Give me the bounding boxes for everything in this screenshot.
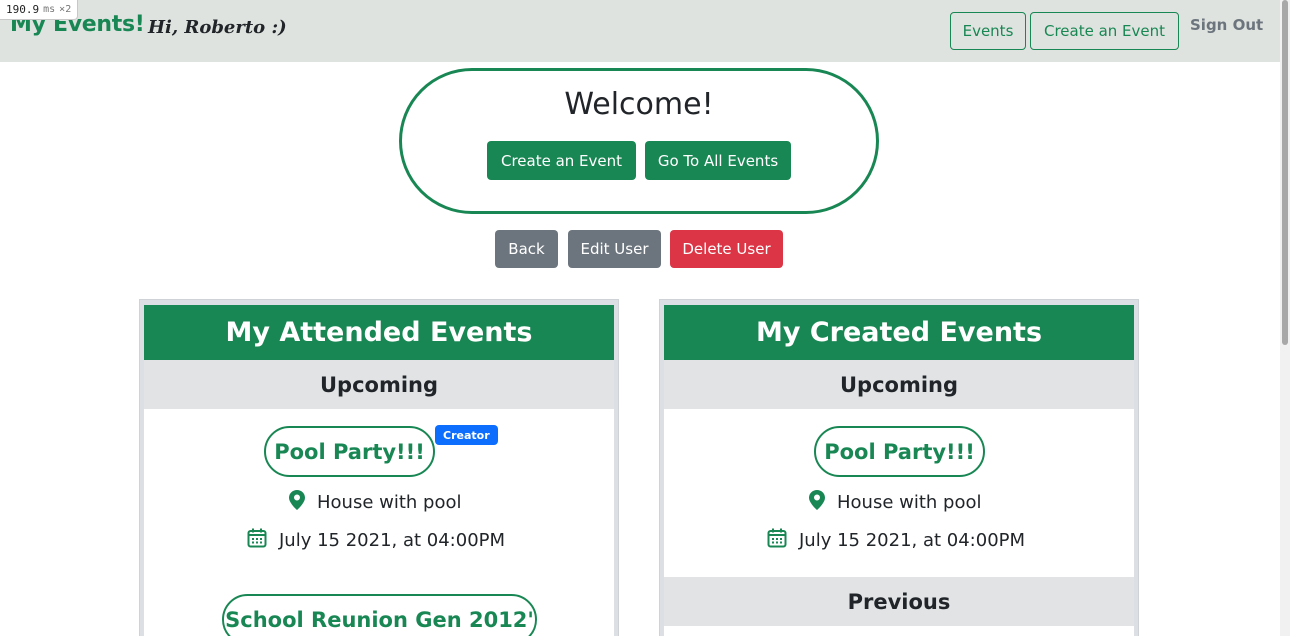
perf-multiplier: ×2 — [59, 4, 72, 15]
navbar: My Events! Hi, Roberto :) Events Create … — [0, 0, 1280, 62]
created-previous-list — [664, 626, 1134, 636]
nav-events-button[interactable]: Events — [950, 12, 1026, 50]
sign-out-link[interactable]: Sign Out — [1190, 16, 1263, 34]
event-title-link[interactable]: Pool Party!!! — [264, 426, 435, 477]
event-date-text: July 15 2021, at 04:00PM — [799, 530, 1026, 551]
created-upcoming-list: Pool Party!!! House with pool July 15 20… — [664, 409, 1134, 577]
calendar-icon — [767, 528, 787, 553]
attended-events-title: My Attended Events — [144, 305, 614, 360]
attended-upcoming-heading: Upcoming — [144, 360, 614, 409]
back-button[interactable]: Back — [495, 230, 558, 268]
welcome-title: Welcome! — [564, 87, 714, 122]
event-location-text: House with pool — [317, 492, 462, 513]
map-pin-icon — [289, 490, 305, 515]
created-previous-heading: Previous — [664, 577, 1134, 626]
created-upcoming-heading: Upcoming — [664, 360, 1134, 409]
create-event-button[interactable]: Create an Event — [487, 141, 636, 180]
welcome-box: Welcome! Create an Event Go To All Event… — [399, 68, 879, 214]
perf-unit: ms — [43, 4, 56, 15]
event-date: July 15 2021, at 04:00PM — [247, 528, 505, 553]
event-location: House with pool — [289, 490, 462, 515]
created-events-panel: My Created Events Upcoming Pool Party!!!… — [659, 299, 1139, 636]
attended-events-panel: My Attended Events Upcoming Pool Party!!… — [139, 299, 619, 636]
perf-meter: 190.9 ms ×2 — [0, 0, 79, 20]
event-date: July 15 2021, at 04:00PM — [767, 528, 1025, 553]
perf-value: 190.9 — [6, 3, 40, 16]
event-location-text: House with pool — [837, 492, 982, 513]
calendar-icon — [247, 528, 267, 553]
nav-create-event-button[interactable]: Create an Event — [1030, 12, 1179, 50]
attended-upcoming-list: Pool Party!!! Creator House with pool Ju… — [144, 409, 614, 636]
scrollbar-thumb[interactable] — [1282, 0, 1288, 345]
user-greeting: Hi, Roberto :) — [148, 17, 287, 38]
event-title-link[interactable]: School Reunion Gen 2012' — [222, 594, 537, 636]
event-date-text: July 15 2021, at 04:00PM — [279, 530, 506, 551]
map-pin-icon — [809, 490, 825, 515]
creator-badge: Creator — [435, 425, 498, 445]
delete-user-button[interactable]: Delete User — [670, 230, 783, 268]
edit-user-button[interactable]: Edit User — [568, 230, 661, 268]
event-location: House with pool — [809, 490, 982, 515]
event-title-link[interactable]: Pool Party!!! — [814, 426, 985, 477]
all-events-button[interactable]: Go To All Events — [645, 141, 791, 180]
created-events-title: My Created Events — [664, 305, 1134, 360]
